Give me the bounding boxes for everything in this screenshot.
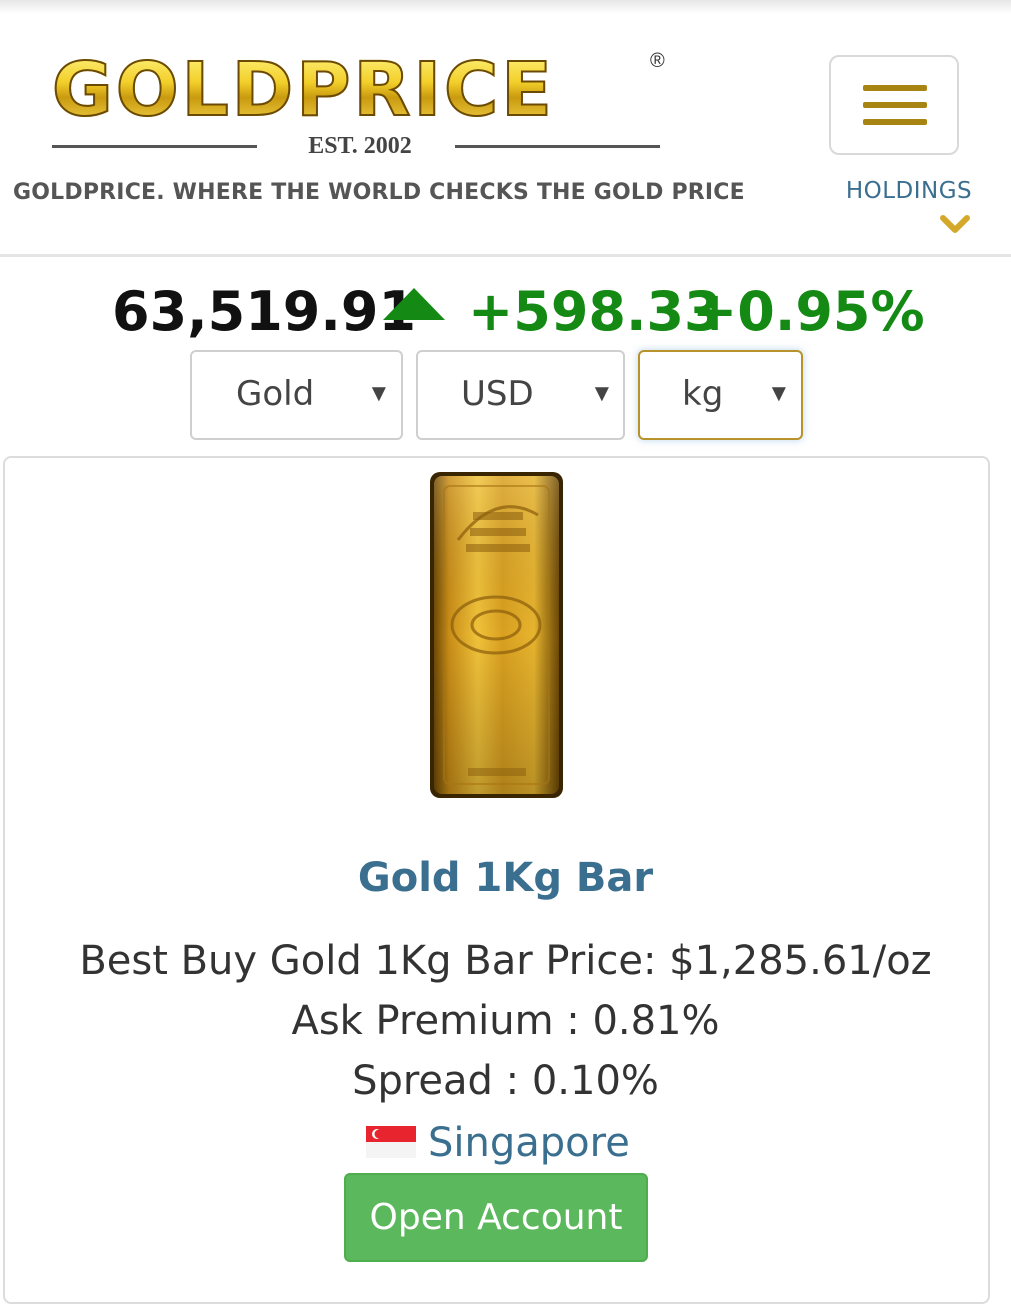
currency-select-value: USD: [461, 374, 534, 414]
best-buy-price: Best Buy Gold 1Kg Bar Price: $1,285.61/o…: [79, 938, 932, 984]
caret-down-icon: ▼: [590, 380, 614, 407]
gold-price-value: 63,519.91: [112, 280, 417, 343]
logo-registered-mark: ®: [650, 50, 665, 72]
logo-wordmark: GOLDPRICE: [51, 47, 555, 133]
ask-premium: Ask Premium : 0.81%: [291, 998, 720, 1044]
caret-down-icon: ▼: [367, 380, 391, 407]
unit-select[interactable]: kg ▼: [638, 350, 803, 440]
logo-rule-left: [52, 145, 257, 148]
logo-rule-right: [455, 145, 660, 148]
open-account-button[interactable]: Open Account: [344, 1173, 648, 1262]
metal-select[interactable]: Gold ▼: [190, 350, 403, 440]
product-title-link[interactable]: Gold 1Kg Bar: [0, 855, 1011, 901]
metal-select-value: Gold: [236, 374, 315, 414]
site-tagline: GOLDPRICE. WHERE THE WORLD CHECKS THE GO…: [13, 180, 745, 205]
up-arrow-icon: [383, 288, 445, 320]
unit-select-value: kg: [682, 374, 724, 414]
caret-down-icon: ▼: [767, 380, 791, 407]
header-divider: [0, 254, 1011, 257]
menu-button[interactable]: [829, 55, 959, 155]
gold-bar-image[interactable]: [428, 470, 565, 800]
currency-select[interactable]: USD ▼: [416, 350, 625, 440]
spread: Spread : 0.10%: [352, 1058, 659, 1104]
location-name: Singapore: [428, 1120, 630, 1166]
price-change-percent: +0.95%: [692, 280, 925, 343]
top-edge-shadow: [0, 0, 1011, 14]
holdings-link[interactable]: HOLDINGS: [820, 178, 998, 204]
singapore-flag-icon: [366, 1126, 416, 1158]
price-change: +598.33: [468, 280, 722, 343]
chevron-down-icon[interactable]: [940, 214, 970, 236]
site-logo[interactable]: GOLDPRICE ® EST. 2002: [50, 50, 680, 160]
logo-established: EST. 2002: [308, 133, 412, 159]
